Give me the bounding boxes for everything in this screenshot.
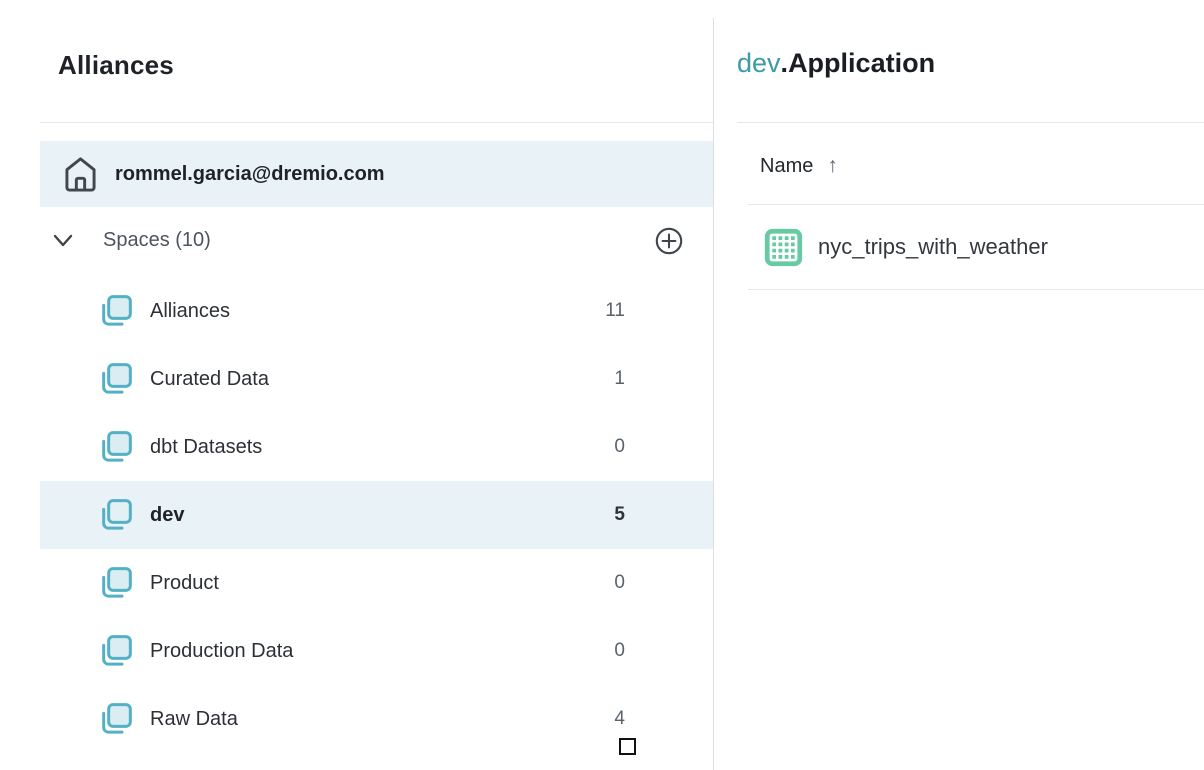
- spaces-list: Alliances 11 Curated Data 1 dbt Datasets: [40, 277, 713, 753]
- space-icon: [96, 631, 136, 671]
- sidebar-title: Alliances: [58, 50, 174, 81]
- sort-ascending-icon: ↑: [827, 154, 838, 178]
- column-header-label: Name: [760, 155, 813, 178]
- breadcrumb-separator: .: [781, 48, 789, 78]
- dataset-panel: dev.Application Name ↑ nyc_trips_with_we…: [714, 0, 1204, 770]
- space-icon: [96, 359, 136, 399]
- space-name: dev: [150, 504, 184, 527]
- space-name: Raw Data: [150, 708, 238, 731]
- space-icon: [96, 291, 136, 331]
- spaces-section-label: Spaces (10): [103, 229, 211, 252]
- space-name: Product: [150, 572, 219, 595]
- breadcrumb-divider: [737, 122, 1204, 123]
- space-count: 1: [595, 368, 625, 390]
- spaces-section-header: Spaces (10): [40, 221, 713, 263]
- physical-dataset-table-icon: [762, 226, 805, 269]
- space-icon: [96, 427, 136, 467]
- space-icon: [96, 563, 136, 603]
- space-item-dev[interactable]: dev 5: [40, 481, 713, 549]
- space-item-raw-data[interactable]: Raw Data 4: [40, 685, 713, 753]
- home-space-item[interactable]: rommel.garcia@dremio.com: [40, 141, 713, 207]
- space-count: 5: [595, 504, 625, 526]
- home-icon: [62, 153, 99, 195]
- add-space-button[interactable]: [650, 222, 688, 260]
- space-name: Production Data: [150, 640, 293, 663]
- spaces-sidebar: Alliances rommel.garcia@dremio.com Space…: [0, 0, 713, 770]
- dataset-name: nyc_trips_with_weather: [818, 234, 1048, 260]
- space-item-alliances[interactable]: Alliances 11: [40, 277, 713, 345]
- sidebar-title-divider: [40, 122, 713, 123]
- selection-handle-square: [619, 738, 636, 755]
- space-item-dbt-datasets[interactable]: dbt Datasets 0: [40, 413, 713, 481]
- chevron-down-icon[interactable]: [52, 233, 74, 249]
- breadcrumb: dev.Application: [737, 48, 935, 79]
- space-count: 0: [595, 572, 625, 594]
- space-name: dbt Datasets: [150, 436, 262, 459]
- space-icon: [96, 699, 136, 739]
- space-item-curated-data[interactable]: Curated Data 1: [40, 345, 713, 413]
- space-item-product[interactable]: Product 0: [40, 549, 713, 617]
- breadcrumb-space[interactable]: dev: [737, 48, 781, 78]
- space-count: 11: [595, 300, 625, 322]
- breadcrumb-current: Application: [788, 48, 935, 78]
- dataset-row-nyc-trips-with-weather[interactable]: nyc_trips_with_weather: [748, 205, 1204, 289]
- space-count: 0: [595, 436, 625, 458]
- home-space-label: rommel.garcia@dremio.com: [115, 163, 385, 186]
- space-icon: [96, 495, 136, 535]
- space-name: Alliances: [150, 300, 230, 323]
- space-item-production-data[interactable]: Production Data 0: [40, 617, 713, 685]
- space-count: 4: [595, 708, 625, 730]
- column-header-name[interactable]: Name ↑: [760, 150, 838, 182]
- space-count: 0: [595, 640, 625, 662]
- table-row-divider: [748, 289, 1204, 290]
- space-name: Curated Data: [150, 368, 269, 391]
